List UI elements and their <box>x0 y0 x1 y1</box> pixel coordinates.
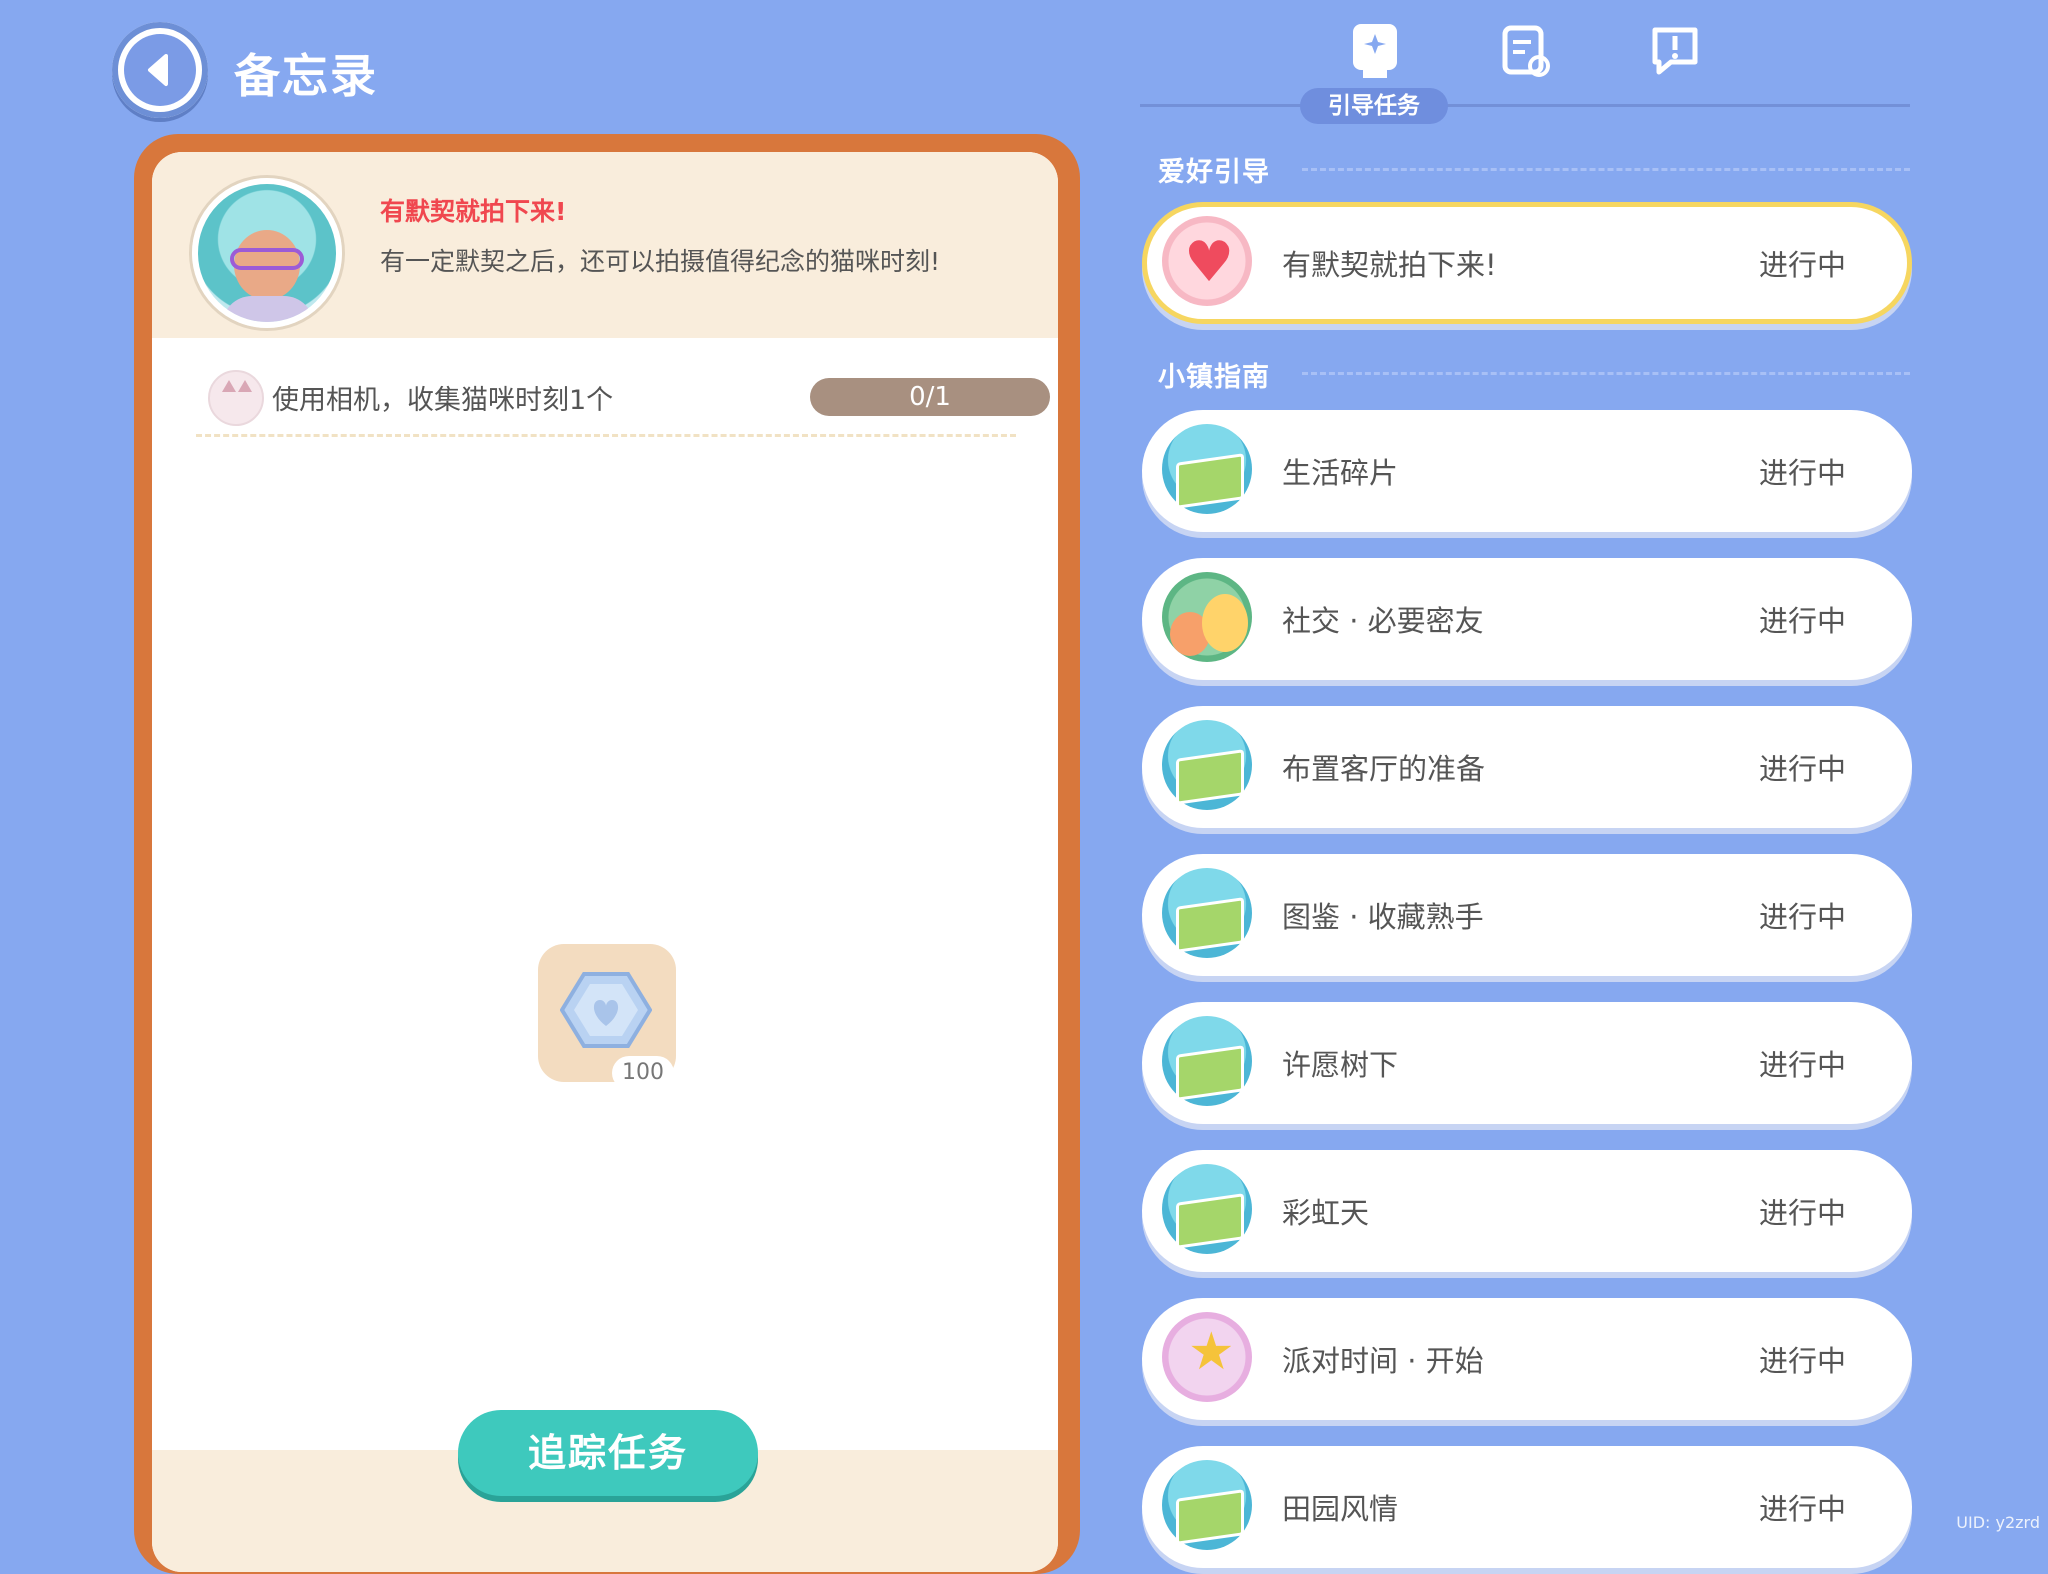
exclamation-chat-icon <box>1652 27 1698 75</box>
heart-icon <box>1162 216 1252 306</box>
quest-item[interactable]: 彩虹天 进行中 <box>1142 1150 1912 1272</box>
map-icon <box>1162 1164 1252 1254</box>
guide-book-icon <box>1353 24 1397 78</box>
tab-active-label[interactable]: 引导任务 <box>1300 88 1448 124</box>
section-title-town-guide: 小镇指南 <box>1158 362 1270 393</box>
quest-item[interactable]: 生活碎片 进行中 <box>1142 410 1912 532</box>
objective-progress: 0/1 <box>810 378 1050 416</box>
quest-name: 社交 · 必要密友 <box>1282 604 1484 638</box>
quest-status: 进行中 <box>1758 604 1846 638</box>
clipboard-refresh-icon <box>1502 25 1550 77</box>
objective-row: 使用相机，收集猫咪时刻1个 0/1 <box>208 366 1050 426</box>
quest-item[interactable]: 社交 · 必要密友 进行中 <box>1142 558 1912 680</box>
back-button[interactable] <box>112 22 208 118</box>
tab-bar: 引导任务 <box>1140 20 1910 130</box>
map-icon <box>1162 868 1252 958</box>
track-task-button[interactable]: 追踪任务 <box>458 1410 758 1496</box>
quest-name: 田园风情 <box>1282 1492 1399 1526</box>
quest-name: 图鉴 · 收藏熟手 <box>1282 900 1484 934</box>
npc-avatar <box>192 178 342 328</box>
tab-underline <box>1140 104 1910 107</box>
quest-status: 进行中 <box>1758 248 1846 282</box>
party-icon <box>1162 1312 1252 1402</box>
quest-status: 进行中 <box>1758 1048 1846 1082</box>
quest-item[interactable]: 图鉴 · 收藏熟手 进行中 <box>1142 854 1912 976</box>
map-icon <box>1162 720 1252 810</box>
quest-name: 生活碎片 <box>1282 456 1399 490</box>
divider <box>196 434 1016 437</box>
reward-count: 100 <box>612 1056 674 1090</box>
quest-name: 有默契就拍下来! <box>1282 248 1497 282</box>
quest-status: 进行中 <box>1758 1196 1846 1230</box>
heart-gem-icon <box>560 972 652 1048</box>
section-title-hobby: 爱好引导 <box>1158 157 1270 188</box>
map-icon <box>1162 1460 1252 1550</box>
section-divider <box>1302 372 1910 375</box>
task-detail-header: 有默契就拍下来! 有一定默契之后，还可以拍摄值得纪念的猫咪时刻! <box>152 152 1058 338</box>
quest-name: 许愿树下 <box>1282 1048 1399 1082</box>
uid-watermark: UID: y2zrd <box>1956 1513 2040 1532</box>
reward-item[interactable]: 100 <box>538 944 676 1090</box>
quest-item[interactable]: 派对时间 · 开始 进行中 <box>1142 1298 1912 1420</box>
quest-status: 进行中 <box>1758 1344 1846 1378</box>
quest-item[interactable]: 许愿树下 进行中 <box>1142 1002 1912 1124</box>
quest-status: 进行中 <box>1758 900 1846 934</box>
map-icon <box>1162 424 1252 514</box>
quest-item[interactable]: 布置客厅的准备 进行中 <box>1142 706 1912 828</box>
quest-name: 彩虹天 <box>1282 1196 1370 1230</box>
quest-status: 进行中 <box>1758 752 1846 786</box>
quest-name: 布置客厅的准备 <box>1282 752 1486 786</box>
quest-item[interactable]: 有默契就拍下来! 进行中 <box>1142 202 1912 324</box>
quest-status: 进行中 <box>1758 456 1846 490</box>
tab-guide-tasks[interactable] <box>1345 20 1405 80</box>
chevron-left-icon <box>124 34 196 106</box>
quest-item[interactable]: 田园风情 进行中 <box>1142 1446 1912 1568</box>
tab-daily-tasks[interactable] <box>1495 20 1555 80</box>
section-divider <box>1302 168 1910 171</box>
cat-icon <box>208 370 264 426</box>
quest-status: 进行中 <box>1758 1492 1846 1526</box>
quest-name: 派对时间 · 开始 <box>1282 1344 1484 1378</box>
objective-text: 使用相机，收集猫咪时刻1个 <box>272 385 614 416</box>
task-detail-card: 有默契就拍下来! 有一定默契之后，还可以拍摄值得纪念的猫咪时刻! 使用相机，收集… <box>152 152 1058 1572</box>
friends-icon <box>1162 572 1252 662</box>
tab-notice[interactable] <box>1645 20 1705 80</box>
map-icon <box>1162 1016 1252 1106</box>
task-title: 有默契就拍下来! <box>380 197 567 226</box>
task-description: 有一定默契之后，还可以拍摄值得纪念的猫咪时刻! <box>380 247 941 276</box>
page-title: 备忘录 <box>234 49 378 103</box>
